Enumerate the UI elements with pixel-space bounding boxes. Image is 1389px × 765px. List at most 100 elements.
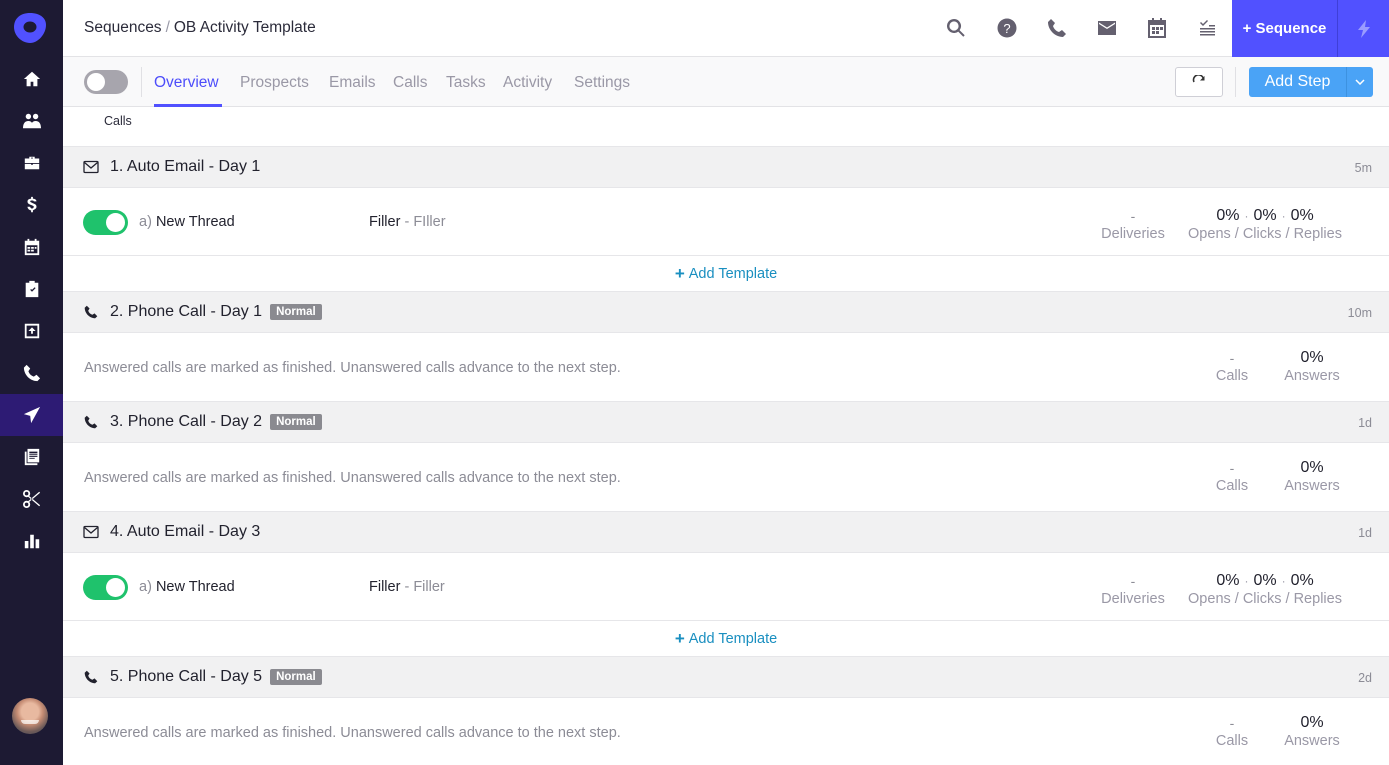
new-sequence-button[interactable]: + Sequence — [1232, 0, 1338, 57]
svg-text:?: ? — [1003, 21, 1010, 36]
deliveries-stat: - Deliveries — [1098, 207, 1168, 243]
sidebar-item-templates[interactable] — [0, 436, 63, 478]
tab-prospects[interactable]: Prospects — [240, 74, 309, 92]
help-icon: ? — [997, 18, 1017, 38]
sidebar-item-home[interactable] — [0, 58, 63, 100]
calls-label: Calls — [1215, 478, 1249, 494]
people-icon — [22, 113, 41, 129]
thread-label[interactable]: a) New Thread — [139, 579, 235, 595]
answers-stat: 0% Answers — [1277, 459, 1347, 495]
tab-overview[interactable]: Overview — [154, 74, 219, 92]
refresh-button[interactable] — [1175, 67, 1223, 97]
step-5: 5. Phone Call - Day 5 Normal 2d Answered… — [63, 656, 1389, 765]
template-enabled-toggle[interactable] — [83, 575, 128, 600]
call-step-row: Answered calls are marked as finished. U… — [63, 443, 1389, 511]
rates-label: Opens / Clicks / Replies — [1188, 226, 1342, 242]
tasks-button[interactable] — [1196, 17, 1218, 39]
add-template-button[interactable]: + Add Template — [63, 621, 1389, 656]
step-title: 1. Auto Email - Day 1 — [110, 158, 261, 175]
template-title: Filler — [369, 579, 401, 595]
plus-icon: + — [674, 628, 685, 648]
chevron-down-icon — [1355, 79, 1365, 85]
clicks-value: 0% — [1253, 207, 1277, 224]
step-1: 1. Auto Email - Day 1 5m a) New Thread F… — [63, 146, 1389, 291]
answers-label: Answers — [1284, 478, 1340, 494]
rates-stat: 0% · 0% · 0% Opens / Clicks / Replies — [1180, 572, 1350, 608]
phone-icon — [83, 305, 100, 319]
step-title: 2. Phone Call - Day 1 — [110, 303, 263, 320]
template-name[interactable]: Filler - Filler — [369, 579, 445, 595]
divider — [141, 67, 142, 97]
template-enabled-toggle[interactable] — [83, 210, 128, 235]
sidebar-item-accounts[interactable] — [0, 142, 63, 184]
add-template-label: Add Template — [688, 265, 778, 282]
priority-badge: Normal — [270, 414, 322, 430]
step-header[interactable]: 1. Auto Email - Day 1 5m — [63, 146, 1389, 188]
deliveries-stat: - Deliveries — [1098, 572, 1168, 608]
bar-chart-icon — [24, 534, 39, 549]
calendar-button[interactable] — [1146, 17, 1168, 39]
step-header[interactable]: 3. Phone Call - Day 2 Normal 1d — [63, 401, 1389, 443]
calendar-icon — [1148, 18, 1166, 38]
scissors-icon — [22, 490, 40, 508]
step-header[interactable]: 5. Phone Call - Day 5 Normal 2d — [63, 656, 1389, 698]
add-step-dropdown[interactable] — [1346, 67, 1373, 97]
phone-icon — [83, 670, 100, 684]
sequence-steps-list: 1. Auto Email - Day 1 5m a) New Thread F… — [63, 146, 1389, 765]
outreach-logo-icon[interactable] — [13, 12, 47, 44]
step-4: 4. Auto Email - Day 3 1d a) New Thread F… — [63, 511, 1389, 656]
tab-calls[interactable]: Calls — [393, 74, 427, 92]
sidebar-item-meetings[interactable] — [0, 226, 63, 268]
rates-label: Opens / Clicks / Replies — [1188, 591, 1342, 607]
plus-icon: + — [674, 263, 685, 283]
answers-value: 0% — [1300, 349, 1324, 366]
call-step-row: Answered calls are marked as finished. U… — [63, 698, 1389, 765]
answers-stat: 0% Answers — [1277, 714, 1347, 750]
search-icon — [947, 19, 965, 37]
replies-value: 0% — [1290, 572, 1314, 589]
help-button[interactable]: ? — [996, 17, 1018, 39]
deliveries-label: Deliveries — [1101, 591, 1165, 607]
mail-icon — [1098, 21, 1116, 35]
breadcrumb-sequences-link[interactable]: Sequences — [84, 19, 162, 36]
step-delay: 10m — [1347, 306, 1372, 320]
add-template-button[interactable]: + Add Template — [63, 256, 1389, 291]
tab-activity[interactable]: Activity — [503, 74, 552, 92]
sidebar-item-inbox[interactable] — [0, 310, 63, 352]
sidebar-item-sequences[interactable] — [0, 394, 63, 436]
answers-label: Answers — [1284, 733, 1340, 749]
bolt-icon — [1357, 19, 1370, 38]
thread-label[interactable]: a) New Thread — [139, 214, 235, 230]
sidebar-item-opportunities[interactable] — [0, 184, 63, 226]
sequence-enabled-toggle[interactable] — [84, 70, 128, 94]
sidebar-item-prospects[interactable] — [0, 100, 63, 142]
tab-emails[interactable]: Emails — [329, 74, 376, 92]
add-step-label[interactable]: Add Step — [1249, 73, 1346, 91]
tab-settings[interactable]: Settings — [574, 74, 630, 92]
home-icon — [23, 71, 40, 87]
tab-tasks[interactable]: Tasks — [446, 74, 486, 92]
user-avatar[interactable] — [12, 698, 48, 734]
calls-stat: - Calls — [1197, 349, 1267, 385]
phone-icon — [1048, 19, 1066, 37]
step-title: 5. Phone Call - Day 5 — [110, 668, 263, 685]
mail-button[interactable] — [1096, 17, 1118, 39]
step-header[interactable]: 4. Auto Email - Day 3 1d — [63, 511, 1389, 553]
sidebar-item-tasks[interactable] — [0, 268, 63, 310]
template-name[interactable]: Filler - FIller — [369, 214, 446, 230]
thread-prefix: a) — [139, 214, 152, 230]
phone-button[interactable] — [1046, 17, 1068, 39]
phone-icon — [83, 415, 100, 429]
search-button[interactable] — [945, 17, 967, 39]
rates-stat: 0% · 0% · 0% Opens / Clicks / Replies — [1180, 207, 1350, 243]
sidebar-item-reports[interactable] — [0, 520, 63, 562]
step-header[interactable]: 2. Phone Call - Day 1 Normal 10m — [63, 291, 1389, 333]
email-template-row: a) New Thread Filler - Filler - Deliveri… — [63, 553, 1389, 621]
quick-action-button[interactable] — [1338, 0, 1389, 57]
sidebar-item-calls[interactable] — [0, 352, 63, 394]
email-template-row: a) New Thread Filler - FIller - Deliveri… — [63, 188, 1389, 256]
sidebar-item-snippets[interactable] — [0, 478, 63, 520]
step-2: 2. Phone Call - Day 1 Normal 10m Answere… — [63, 291, 1389, 401]
priority-badge: Normal — [270, 304, 322, 320]
add-step-button[interactable]: Add Step — [1249, 67, 1373, 97]
